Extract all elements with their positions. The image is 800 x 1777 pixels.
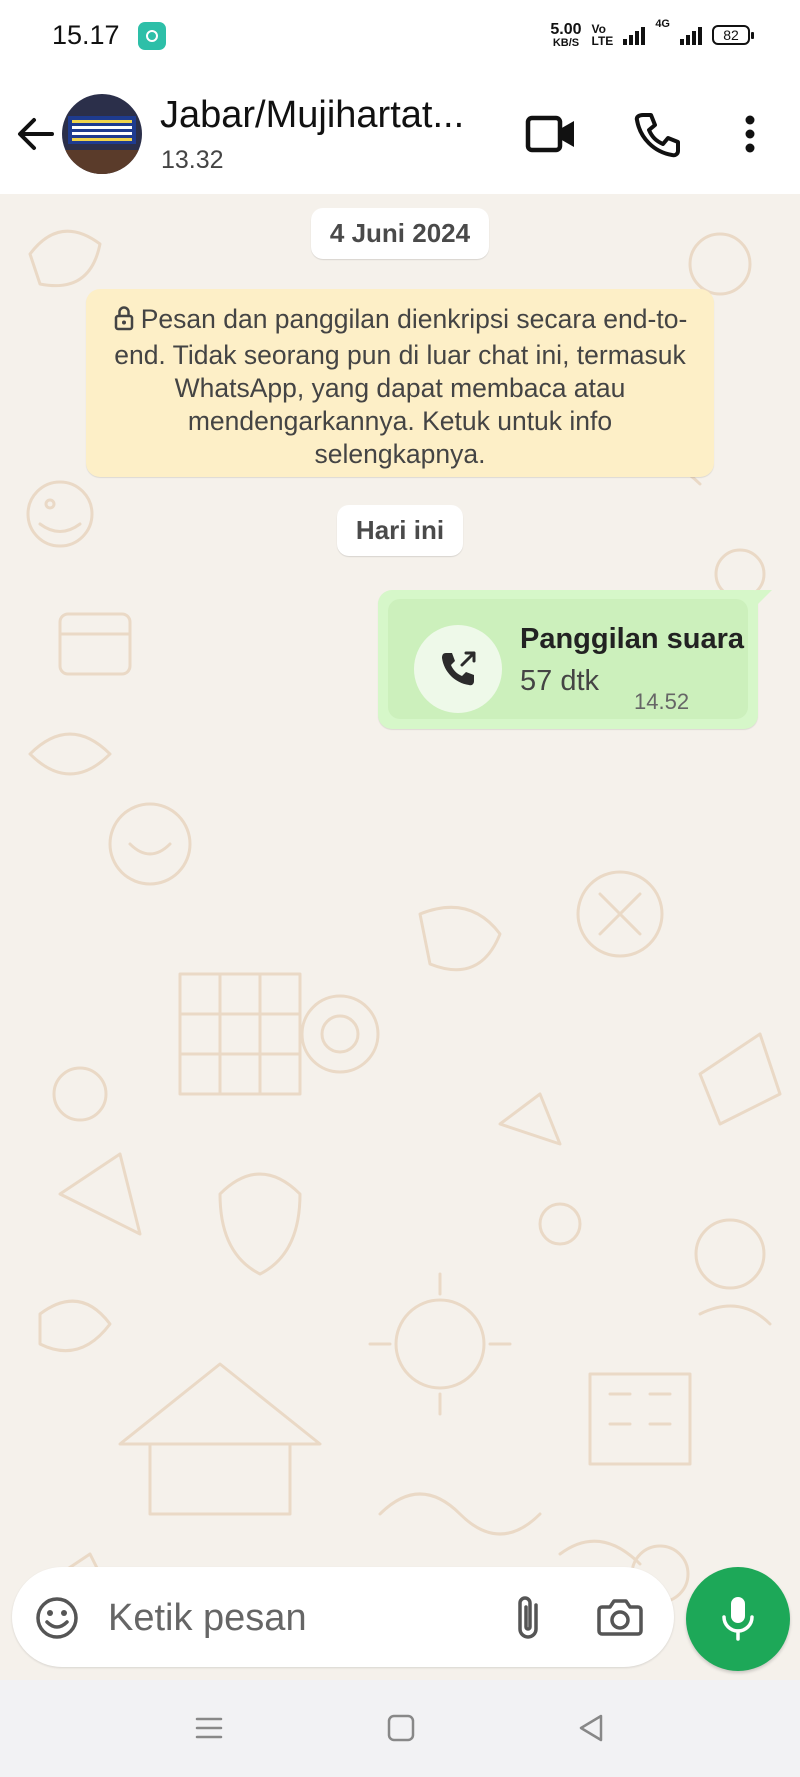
date-divider: 4 Juni 2024 bbox=[0, 208, 800, 259]
camera-icon[interactable] bbox=[596, 1595, 644, 1639]
outgoing-call-icon bbox=[414, 625, 502, 713]
network-speed: 5.00 KB/S bbox=[550, 20, 582, 49]
call-message-bubble[interactable]: Panggilan suara 57 dtk 14.52 bbox=[378, 590, 772, 729]
message-composer bbox=[12, 1567, 674, 1667]
network-type: 4G bbox=[655, 18, 670, 30]
status-time: 15.17 bbox=[52, 20, 120, 50]
status-bar: 15.17 5.00 KB/S Vo LTE 4G 82 bbox=[0, 0, 800, 72]
voice-message-button[interactable] bbox=[686, 1567, 790, 1671]
encryption-notice[interactable]: Pesan dan panggilan dienkripsi secara en… bbox=[86, 289, 714, 477]
recent-apps-icon[interactable] bbox=[193, 1710, 225, 1746]
nav-back-icon[interactable] bbox=[575, 1710, 607, 1746]
network-speed-unit: KB/S bbox=[552, 36, 580, 49]
today-divider: Hari ini bbox=[0, 505, 800, 556]
app-notification-icon bbox=[138, 22, 166, 50]
contact-last-seen: 13.32 bbox=[161, 146, 224, 174]
call-message-card[interactable]: Panggilan suara 57 dtk 14.52 bbox=[388, 599, 748, 719]
call-duration: 57 dtk bbox=[520, 665, 599, 697]
system-navigation-bar bbox=[0, 1680, 800, 1777]
signal-icon-2 bbox=[680, 25, 702, 45]
volte-icon: Vo LTE bbox=[592, 23, 614, 47]
status-indicators: 5.00 KB/S Vo LTE 4G 82 bbox=[550, 18, 754, 52]
battery-level: 82 bbox=[723, 27, 739, 43]
lock-icon bbox=[113, 305, 135, 339]
date-chip-label: 4 Juni 2024 bbox=[310, 208, 490, 259]
volte-bottom: LTE bbox=[591, 34, 614, 48]
back-arrow-icon[interactable] bbox=[14, 112, 58, 156]
today-chip-label: Hari ini bbox=[336, 505, 464, 556]
message-input[interactable] bbox=[106, 1591, 500, 1645]
contact-name[interactable]: Jabar/Mujihartat... bbox=[160, 94, 464, 137]
message-timestamp: 14.52 bbox=[634, 689, 690, 714]
battery-icon: 82 bbox=[712, 25, 754, 45]
attachment-icon[interactable] bbox=[508, 1591, 548, 1643]
microphone-icon bbox=[722, 1597, 754, 1641]
chat-area[interactable]: 4 Juni 2024 Pesan dan panggilan dienkrip… bbox=[0, 194, 800, 1680]
contact-avatar[interactable] bbox=[62, 94, 142, 174]
signal-icon bbox=[623, 25, 646, 45]
home-icon[interactable] bbox=[385, 1710, 417, 1746]
network-speed-value: 5.00 bbox=[550, 20, 582, 38]
emoji-icon[interactable] bbox=[34, 1595, 80, 1641]
more-options-icon[interactable] bbox=[736, 112, 764, 156]
call-title: Panggilan suara bbox=[520, 623, 745, 655]
chat-header: Jabar/Mujihartat... 13.32 bbox=[0, 72, 800, 195]
voice-call-icon[interactable] bbox=[633, 110, 681, 158]
video-call-icon[interactable] bbox=[524, 112, 578, 156]
encryption-notice-text: Pesan dan panggilan dienkripsi secara en… bbox=[114, 304, 688, 469]
